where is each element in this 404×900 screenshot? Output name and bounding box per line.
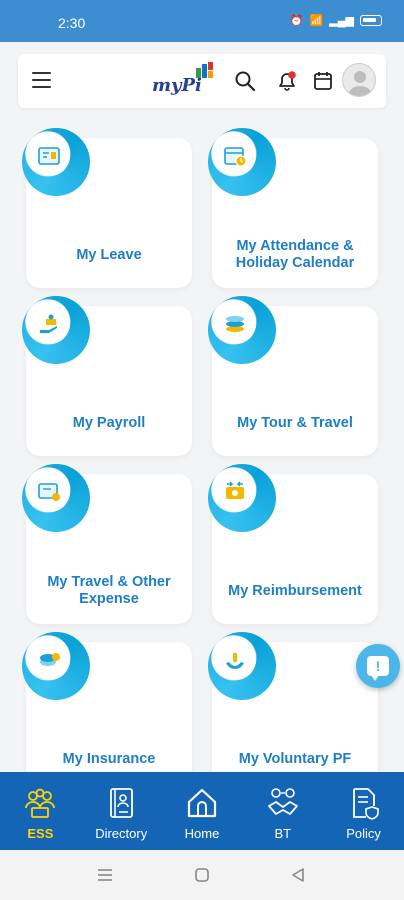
tile-my-reimbursement[interactable]: My Reimbursement [208, 464, 378, 624]
bottom-navigation: ESS Directory Home BT Policy [0, 772, 404, 850]
tile-my-tour-travel[interactable]: My Tour & Travel [208, 296, 378, 456]
directory-book-icon [110, 788, 134, 818]
payroll-icon [40, 314, 57, 333]
people-group-icon [25, 788, 56, 818]
nav-policy[interactable]: Policy [323, 772, 404, 850]
help-button[interactable]: ! [356, 644, 400, 688]
tour-travel-icon [226, 316, 244, 332]
menu-icon[interactable] [32, 72, 51, 88]
search-icon[interactable] [234, 70, 256, 92]
nav-label: Directory [95, 826, 148, 841]
notification-bell-icon[interactable] [276, 70, 298, 92]
nav-ess[interactable]: ESS [0, 772, 81, 850]
tile-label: My Reimbursement [228, 583, 362, 599]
app-header: myPi [18, 54, 386, 108]
tile-icon-ring [208, 632, 276, 700]
tile-icon-ring [22, 464, 90, 532]
home-square-icon[interactable] [194, 867, 210, 883]
status-bar: 2:30 ⏰ 📶 ▂▄▆ [0, 0, 404, 42]
logo-text: myPi [152, 75, 202, 96]
attendance-calendar-icon [224, 147, 247, 167]
travel-expense-icon [38, 483, 60, 501]
tile-icon-ring [208, 296, 276, 364]
reimbursement-icon [226, 481, 244, 499]
system-navigation-bar [0, 850, 404, 900]
tile-label: My Attendance & Holiday Calendar [235, 238, 355, 271]
nav-label: BT [274, 826, 292, 841]
status-time: 2:30 [58, 15, 86, 31]
help-chat-icon: ! [367, 656, 389, 681]
tile-icon-ring [22, 632, 90, 700]
back-triangle-icon[interactable] [290, 867, 306, 883]
user-avatar-icon [348, 71, 372, 96]
alarm-icon: ⏰ [289, 15, 304, 27]
tile-label: My Travel & Other Expense [47, 574, 171, 607]
policy-document-icon [352, 788, 379, 820]
recent-apps-icon[interactable] [96, 867, 114, 883]
avatar[interactable] [342, 63, 376, 97]
wifi-icon: 📶 [309, 15, 324, 27]
nav-label: Home [184, 826, 220, 841]
tile-my-attendance-holiday-calendar[interactable]: My Attendance & Holiday Calendar [208, 128, 378, 288]
tile-icon-ring [208, 128, 276, 196]
tile-label: My Payroll [72, 415, 146, 431]
tile-label: My Voluntary PF [238, 751, 352, 767]
leave-icon [38, 147, 60, 165]
nav-bt[interactable]: BT [242, 772, 323, 850]
calendar-icon[interactable] [312, 70, 334, 92]
nav-label: Policy [346, 826, 381, 841]
tile-my-voluntary-pf[interactable]: My Voluntary PF [208, 632, 378, 792]
home-icon [187, 788, 217, 818]
tile-label: My Leave [76, 247, 142, 263]
tile-label: My Insurance [62, 751, 156, 767]
logo-blocks-icon [196, 62, 213, 78]
tile-my-leave[interactable]: My Leave [22, 128, 192, 288]
battery-icon [360, 15, 382, 26]
nav-home[interactable]: Home [162, 772, 243, 850]
insurance-icon [40, 653, 60, 666]
tile-icon-ring [22, 128, 90, 196]
status-icons: ⏰ 📶 ▂▄▆ [290, 14, 382, 27]
signal-icon: ▂▄▆ [329, 15, 354, 27]
handshake-icon [267, 788, 298, 815]
nav-directory[interactable]: Directory [81, 772, 162, 850]
nav-label: ESS [27, 826, 54, 841]
tile-icon-ring [208, 464, 276, 532]
voluntary-pf-icon [226, 653, 244, 669]
tile-icon-ring [22, 296, 90, 364]
tile-label: My Tour & Travel [237, 415, 353, 431]
tile-my-payroll[interactable]: My Payroll [22, 296, 192, 456]
tile-my-insurance[interactable]: My Insurance [22, 632, 192, 792]
app-logo: myPi [152, 62, 224, 98]
tile-my-travel-other-expense[interactable]: My Travel & Other Expense [22, 464, 192, 624]
